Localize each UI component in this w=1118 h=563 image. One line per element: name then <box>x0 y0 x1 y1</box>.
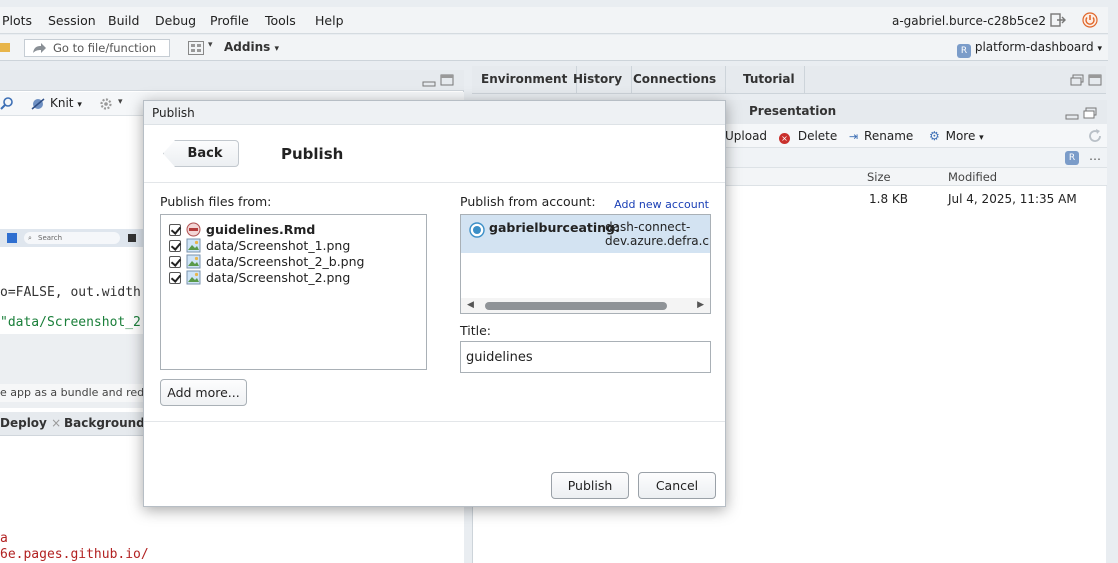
image-file-icon <box>186 238 201 253</box>
file-name: guidelines.Rmd <box>206 222 316 237</box>
file-list: guidelines.Rmd data/Screenshot_1.png dat… <box>160 214 427 370</box>
posit-connect-icon <box>469 222 485 238</box>
account-server-line1: dash-connect- <box>605 220 691 234</box>
account-list: gabrielburceating: dash-connect- dev.azu… <box>460 214 711 314</box>
file-name: data/Screenshot_2.png <box>206 270 351 285</box>
divider <box>144 421 725 422</box>
add-more-button[interactable]: Add more... <box>160 379 247 406</box>
rmd-file-icon <box>186 222 201 237</box>
scroll-right-icon[interactable]: ▶ <box>697 300 704 310</box>
divider <box>144 182 725 183</box>
account-server-line2: dev.azure.defra.cl <box>605 234 711 248</box>
add-new-account-link[interactable]: Add new account <box>614 198 709 211</box>
account-server: dash-connect- dev.azure.defra.cl <box>605 220 711 248</box>
image-file-icon <box>186 270 201 285</box>
file-checkbox[interactable] <box>169 224 181 236</box>
back-button[interactable]: Back <box>163 140 239 167</box>
scroll-left-icon[interactable]: ◀ <box>467 300 474 310</box>
file-checkbox[interactable] <box>169 272 181 284</box>
scrollbar-thumb[interactable] <box>485 302 667 310</box>
file-checkbox[interactable] <box>169 240 181 252</box>
dialog-title: Publish <box>281 145 344 163</box>
account-item[interactable]: gabrielburceating: dash-connect- dev.azu… <box>461 215 710 253</box>
title-label: Title: <box>460 323 491 338</box>
horizontal-scrollbar[interactable]: ◀ ▶ <box>461 298 710 313</box>
publish-dialog: Publish Back Publish Publish files from:… <box>143 100 726 507</box>
dialog-caption: Publish <box>144 101 725 125</box>
publish-button[interactable]: Publish <box>551 472 629 499</box>
publish-files-label: Publish files from: <box>160 194 272 209</box>
publish-account-label: Publish from account: <box>460 194 596 209</box>
modal-overlay: Publish Back Publish Publish files from:… <box>0 0 1118 563</box>
image-file-icon <box>186 254 201 269</box>
file-name: data/Screenshot_2_b.png <box>206 254 365 269</box>
account-name: gabrielburceating: <box>489 220 620 235</box>
title-input[interactable] <box>460 341 711 373</box>
file-checkbox[interactable] <box>169 256 181 268</box>
cancel-button[interactable]: Cancel <box>638 472 716 499</box>
file-name: data/Screenshot_1.png <box>206 238 351 253</box>
